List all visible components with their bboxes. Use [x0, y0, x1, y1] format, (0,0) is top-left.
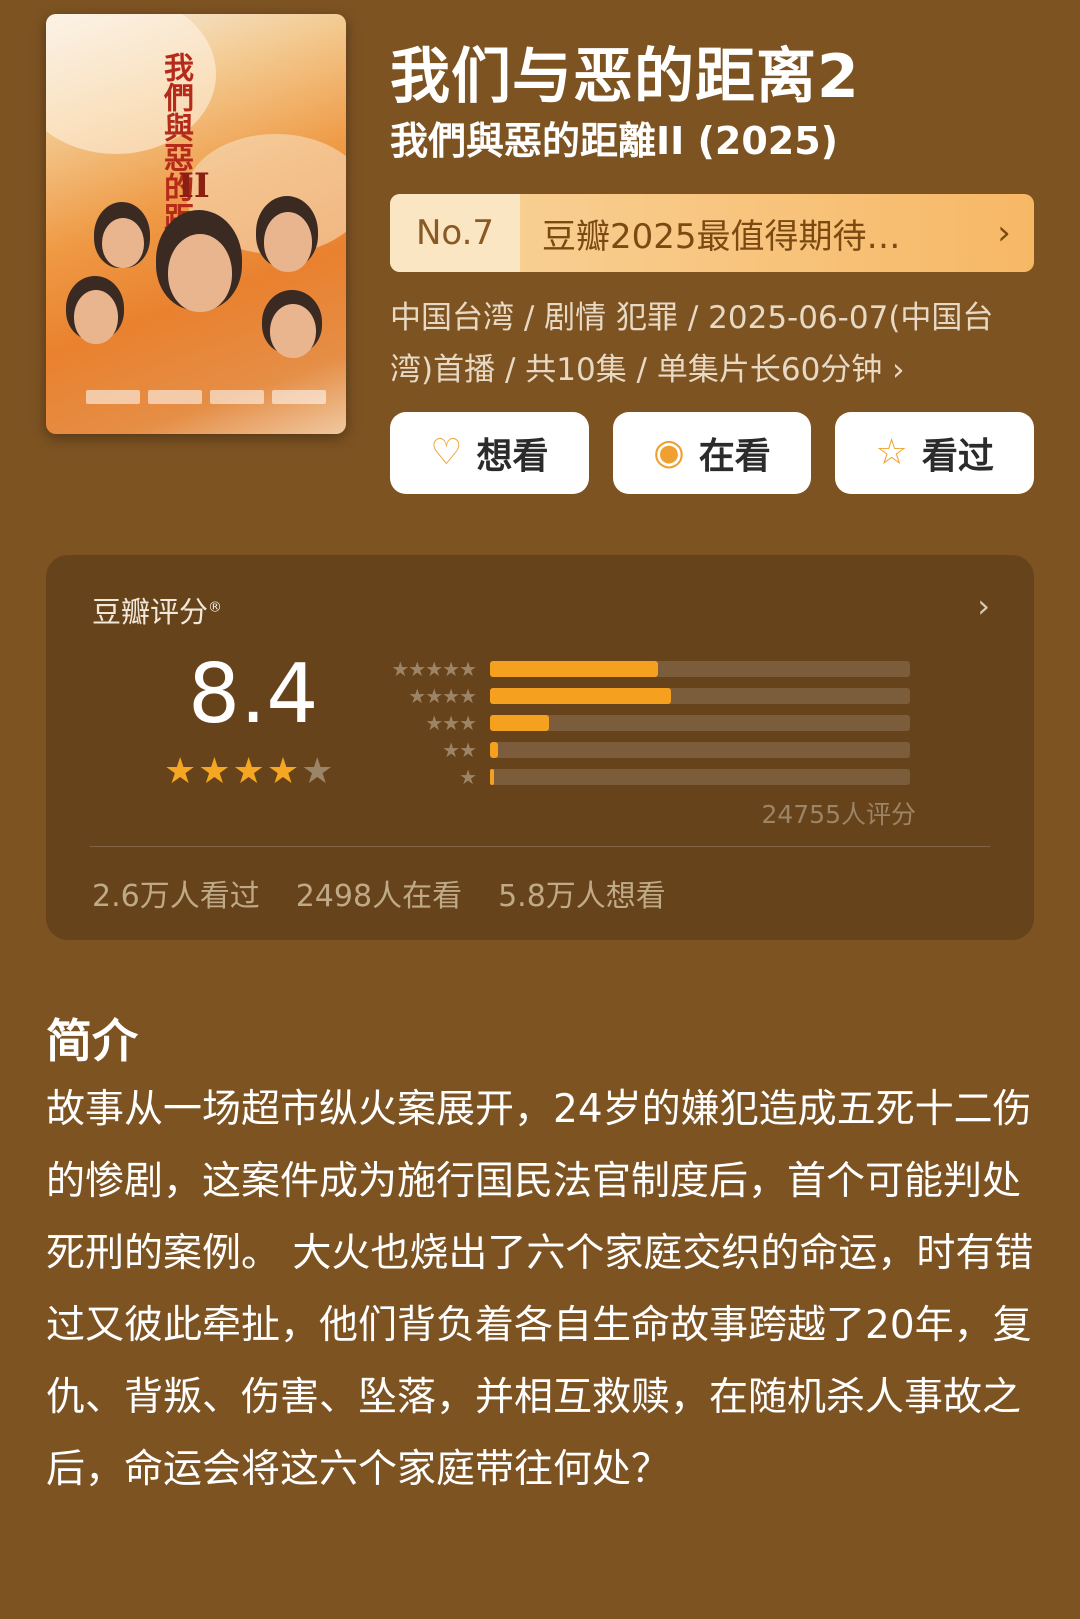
- target-icon: ◉: [653, 432, 685, 473]
- page-subtitle: 我們與惡的距離II (2025): [390, 119, 839, 163]
- want-count[interactable]: 5.8万人想看: [498, 871, 666, 915]
- star-outline-icon: ☆: [875, 432, 908, 473]
- rating-bar-row: ★★★: [378, 709, 968, 736]
- rating-score: 8.4: [188, 647, 319, 742]
- rating-bar-fill: [490, 741, 499, 758]
- rating-bar-stars: ★: [459, 764, 477, 789]
- ranking-label: 豆瓣2025最值得期待…: [542, 216, 901, 257]
- want-label: 想看: [476, 436, 549, 477]
- poster-image[interactable]: 我們與惡的距離 II: [46, 14, 346, 434]
- registered-mark: ®: [208, 599, 223, 616]
- rating-bar-stars: ★★★: [425, 710, 477, 735]
- ranking-number: No.7: [390, 194, 520, 272]
- poster-figure-face: [102, 218, 144, 268]
- chevron-right-icon: ›: [997, 213, 1011, 253]
- watching-label: 在看: [698, 436, 771, 477]
- rating-bar-stars: ★★: [442, 737, 477, 762]
- rating-distribution: ★★★★★ ★★★★ ★★★ ★★ ★: [378, 655, 968, 790]
- rating-bar-fill: [490, 714, 549, 731]
- divider: [90, 846, 990, 847]
- meta-info-link[interactable]: 中国台湾 / 剧情 犯罪 / 2025-06-07(中国台湾)首播 / 共10集…: [390, 292, 1030, 396]
- poster-logos: [86, 390, 326, 404]
- watched-count[interactable]: 2.6万人看过: [92, 871, 260, 915]
- audience-stats: 2.6万人看过 2498人在看 5.8万人想看: [92, 871, 666, 915]
- rating-bar-track: [490, 660, 910, 677]
- poster-title-roman: II: [178, 166, 210, 206]
- rating-bar-track: [490, 741, 910, 758]
- rating-bar-fill: [490, 687, 671, 704]
- poster-figure-face: [74, 290, 118, 344]
- rating-bar-stars: ★★★★: [408, 683, 477, 708]
- rating-count: 24755人评分: [761, 800, 916, 829]
- rating-card[interactable]: 豆瓣评分® › 8.4 ★★★★★ ★★★★★ ★★★★ ★★★ ★★ ★ 24755人…: [46, 555, 1034, 940]
- rating-bar-row: ★: [378, 763, 968, 790]
- rating-bar-row: ★★: [378, 736, 968, 763]
- poster-figure-face: [264, 212, 312, 272]
- rating-bar-stars: ★★★★★: [391, 656, 477, 681]
- want-button[interactable]: ♡ 想看: [390, 412, 589, 494]
- star-empty-icon: ★: [301, 751, 336, 792]
- heart-plus-icon: ♡: [430, 432, 463, 473]
- rating-bar-row: ★★★★: [378, 682, 968, 709]
- star-filled-icon: ★★★★: [164, 751, 302, 792]
- poster-figure-face: [168, 234, 232, 312]
- page-title: 我们与恶的距离2: [390, 42, 860, 112]
- rating-bar-track: [490, 768, 910, 785]
- watching-button[interactable]: ◉ 在看: [612, 412, 812, 494]
- ranking-banner[interactable]: No.7 豆瓣2025最值得期待… ›: [390, 194, 1034, 272]
- watched-button[interactable]: ☆ 看过: [835, 412, 1035, 494]
- rating-bar-fill: [490, 660, 658, 677]
- rating-bar-track: [490, 714, 910, 731]
- intro-heading: 简介: [46, 1014, 138, 1068]
- action-buttons: ♡ 想看 ◉ 在看 ☆ 看过: [390, 412, 1035, 494]
- rating-stars: ★★★★★: [164, 751, 335, 792]
- watched-label: 看过: [921, 436, 994, 477]
- rating-bar-row: ★★★★★: [378, 655, 968, 682]
- poster-figure-face: [270, 304, 316, 358]
- rating-label: 豆瓣评分®: [92, 595, 223, 629]
- rating-bar-track: [490, 687, 910, 704]
- intro-text: 故事从一场超市纵火案展开，24岁的嫌犯造成五死十二伤的惨剧，这案件成为施行国民法…: [46, 1087, 1034, 1492]
- chevron-right-icon: ›: [977, 587, 990, 625]
- rating-bar-fill: [490, 768, 495, 785]
- watching-count[interactable]: 2498人在看: [296, 871, 462, 915]
